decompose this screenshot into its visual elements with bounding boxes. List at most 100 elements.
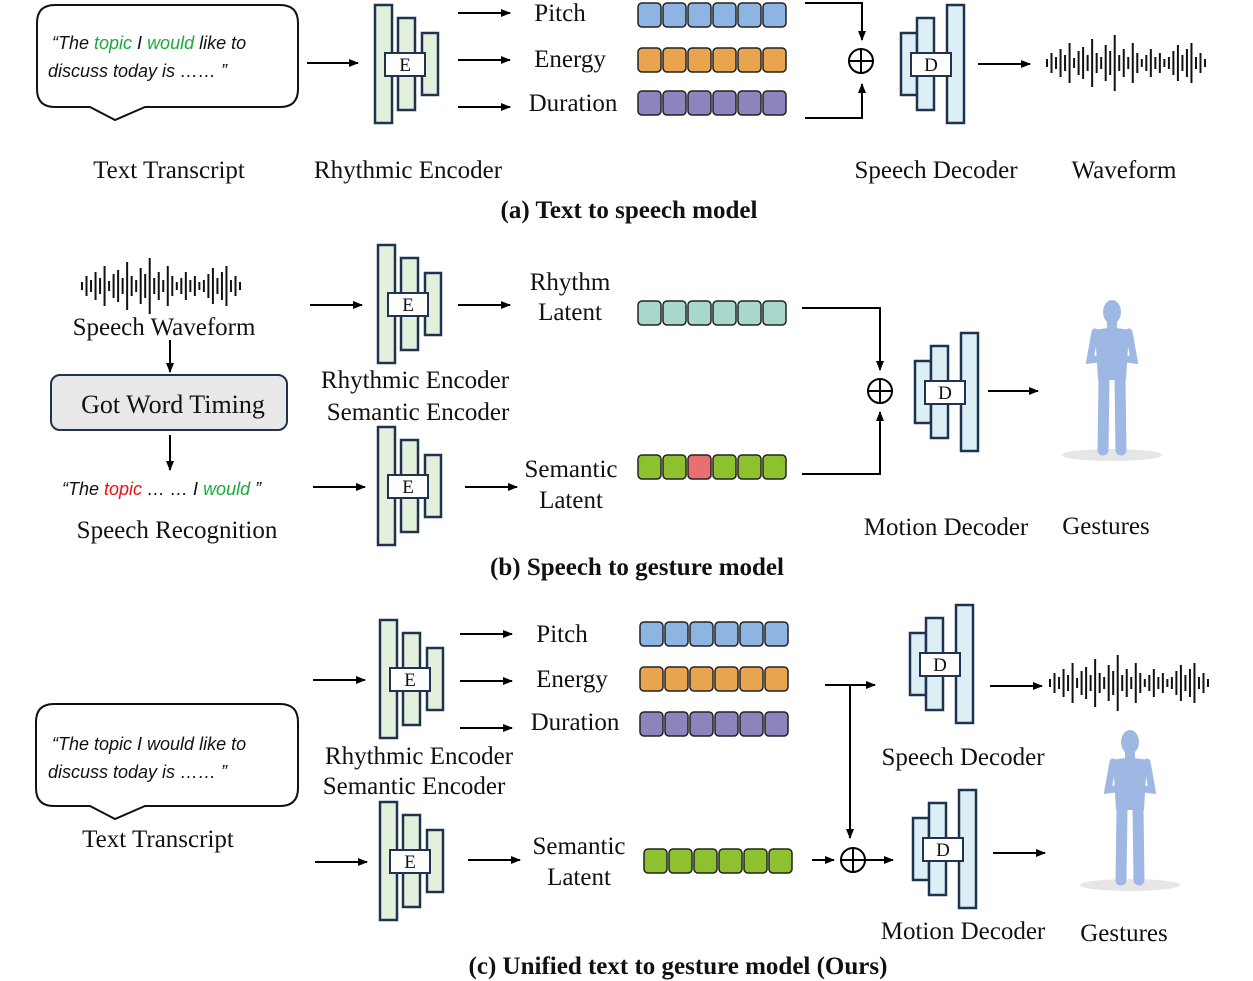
- bubble-line-1: “The topic I would like to: [52, 734, 246, 754]
- arrow: [805, 2, 866, 41]
- token: [662, 90, 687, 116]
- block-letter: E: [402, 477, 414, 498]
- speech-decoder-label: Speech Decoder: [854, 157, 1018, 184]
- token: [714, 621, 739, 647]
- token: [687, 47, 712, 73]
- block-letter: D: [933, 655, 947, 676]
- text-run: “The: [62, 479, 104, 499]
- token: [743, 848, 768, 874]
- token: [662, 300, 687, 326]
- semantic-latent-tokens: [637, 454, 787, 480]
- semantic-latent-label-2: Latent: [547, 864, 611, 891]
- token: [737, 454, 762, 480]
- text-run: I: [132, 33, 147, 53]
- text-run: would: [147, 33, 195, 53]
- token: [668, 848, 693, 874]
- panel-c: “The topic I would like to discuss today…: [35, 621, 1168, 980]
- token: [664, 621, 689, 647]
- duration-label: Duration: [531, 709, 620, 736]
- waveform-icon: [1046, 35, 1206, 91]
- token: [739, 711, 764, 737]
- token: [712, 47, 737, 73]
- token: [737, 47, 762, 73]
- token: [768, 848, 793, 874]
- energy-tokens: [637, 47, 787, 73]
- speech-decoder-label: Speech Decoder: [881, 744, 1045, 771]
- speech-decoder: D: [899, 3, 966, 125]
- pitch-tokens: [637, 2, 787, 28]
- waveform-icon: [81, 258, 241, 314]
- block-letter: E: [404, 670, 416, 691]
- motion-decoder-label: Motion Decoder: [881, 918, 1046, 945]
- semantic-encoder-label: Semantic Encoder: [327, 399, 510, 426]
- semantic-encoder: E: [378, 800, 445, 922]
- text-transcript-label: Text Transcript: [93, 157, 245, 184]
- rhythm-latent-tokens: [637, 300, 787, 326]
- speech-waveform-label: Speech Waveform: [73, 314, 256, 341]
- caption-c: (c) Unified text to gesture model (Ours): [469, 953, 888, 980]
- gestures-label: Gestures: [1080, 920, 1167, 947]
- token: [662, 47, 687, 73]
- text-run: “The: [52, 33, 94, 53]
- token: [637, 2, 662, 28]
- rhythmic-encoder: E: [378, 618, 445, 740]
- token: [762, 2, 787, 28]
- rhythmic-encoder-label: Rhythmic Encoder: [321, 367, 510, 394]
- speech-decoder: D: [908, 603, 975, 725]
- waveform-label: Waveform: [1072, 157, 1177, 184]
- token: [739, 666, 764, 692]
- token: [637, 300, 662, 326]
- text-run: topic: [104, 479, 142, 499]
- token: [712, 300, 737, 326]
- add-operator-icon: [840, 847, 866, 873]
- token: [687, 300, 712, 326]
- token: [639, 666, 664, 692]
- motion-decoder: D: [913, 331, 980, 453]
- bubble-line-1: “The topic I would like to: [52, 33, 246, 53]
- token: [687, 454, 712, 480]
- panel-a: “The topic I would like to discuss today…: [36, 0, 1177, 224]
- token: [737, 300, 762, 326]
- token: [762, 47, 787, 73]
- gestures-label: Gestures: [1062, 513, 1149, 540]
- text-run: ”: [250, 479, 262, 499]
- rhythmic-encoder: E: [373, 3, 440, 125]
- token: [712, 2, 737, 28]
- waveform-icon: [1049, 655, 1209, 711]
- text-run: topic: [94, 33, 132, 53]
- token: [662, 2, 687, 28]
- token: [762, 90, 787, 116]
- block-letter: E: [399, 55, 411, 76]
- block-letter: D: [938, 383, 952, 404]
- semantic-latent-label-2: Latent: [539, 487, 603, 514]
- token: [689, 621, 714, 647]
- motion-decoder-label: Motion Decoder: [864, 514, 1029, 541]
- bubble-line-2: discuss today is …… ”: [48, 762, 228, 782]
- energy-label: Energy: [536, 666, 608, 693]
- semantic-latent-label-1: Semantic: [524, 456, 617, 483]
- token: [637, 47, 662, 73]
- gesture-avatar-icon: [1080, 730, 1180, 891]
- bubble-line-2: discuss today is …… ”: [48, 61, 228, 81]
- token: [762, 300, 787, 326]
- token: [714, 711, 739, 737]
- token: [737, 90, 762, 116]
- block-letter: D: [936, 840, 950, 861]
- semantic-encoder-label: Semantic Encoder: [323, 773, 506, 800]
- pitch-label: Pitch: [536, 621, 588, 648]
- token: [764, 621, 789, 647]
- rhythmic-encoder-label: Rhythmic Encoder: [314, 157, 503, 184]
- recognized-text: “The topic … … I would ”: [62, 479, 262, 499]
- rhythmic-encoder-label: Rhythmic Encoder: [325, 743, 514, 770]
- block-letter: D: [924, 55, 938, 76]
- semantic-latent-label-1: Semantic: [532, 833, 625, 860]
- token: [762, 454, 787, 480]
- add-operator-icon: [848, 48, 874, 74]
- token: [714, 666, 739, 692]
- token: [637, 454, 662, 480]
- arrow: [802, 307, 884, 371]
- token: [662, 454, 687, 480]
- energy-label: Energy: [534, 46, 606, 73]
- arrow: [805, 83, 866, 119]
- duration-tokens: [637, 90, 787, 116]
